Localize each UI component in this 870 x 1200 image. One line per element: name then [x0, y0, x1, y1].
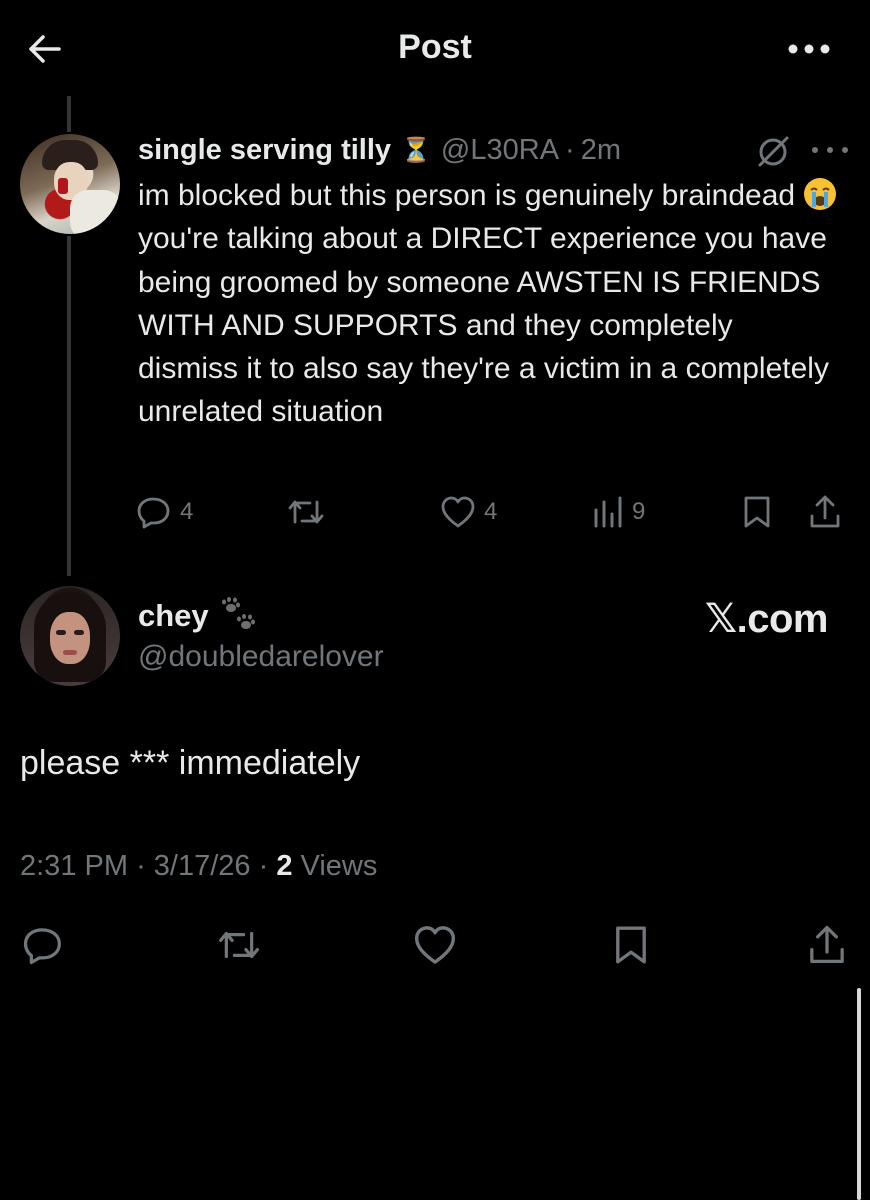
post-action-bar: 4 4 9 [136, 490, 856, 534]
author-name[interactable]: chey [138, 598, 209, 634]
like-button[interactable]: 4 [440, 490, 497, 534]
share-icon [810, 925, 844, 963]
share-button[interactable] [808, 490, 842, 534]
share-icon [810, 495, 840, 528]
post-text: im blocked but this person is genuinely … [138, 174, 838, 434]
like-count: 4 [484, 498, 498, 525]
repost-icon [288, 500, 324, 524]
reply-button[interactable] [18, 920, 68, 970]
separator-dot: · [565, 133, 575, 166]
bookmark-icon [616, 926, 646, 964]
author-row: chey [138, 594, 259, 638]
repost-icon [218, 931, 260, 959]
crying-face-icon [804, 178, 837, 210]
reply-icon [23, 928, 61, 965]
repost-button[interactable] [286, 490, 326, 534]
views-count: 9 [632, 498, 646, 525]
bookmark-icon [744, 496, 770, 528]
author-handle[interactable]: @L30RA [441, 134, 559, 167]
views-button[interactable]: 9 [592, 490, 645, 534]
views-count[interactable]: 2 [276, 850, 292, 882]
analytics-icon [594, 496, 622, 528]
post-date[interactable]: 3/17/26 [154, 850, 251, 882]
hourglass-icon: ⏳ [401, 136, 431, 164]
post-more-button[interactable] [806, 138, 854, 162]
like-button[interactable] [410, 920, 460, 970]
heart-icon [441, 496, 475, 528]
more-horizontal-icon [788, 44, 830, 54]
author-handle[interactable]: @doubledarelover [138, 640, 384, 674]
top-bar: Post [0, 0, 870, 100]
share-button[interactable] [802, 920, 852, 970]
views-label[interactable]: Views [301, 850, 378, 882]
bookmark-button[interactable] [742, 490, 772, 534]
avatar[interactable] [20, 134, 120, 234]
reply-button[interactable]: 4 [136, 490, 193, 534]
post-text-part: im blocked but this person is genuinely … [138, 179, 804, 212]
post-action-bar [0, 920, 870, 970]
grok-icon[interactable] [756, 134, 792, 168]
post-text-part: you're talking about a DIRECT experience… [138, 222, 829, 429]
separator-dot: · [258, 850, 277, 882]
reply-icon [137, 497, 170, 529]
post-header: single serving tilly ⏳ @L30RA · 2m [138, 130, 621, 170]
more-options-button[interactable] [784, 34, 834, 64]
more-horizontal-icon [812, 147, 848, 153]
post-time[interactable]: 2m [581, 134, 621, 167]
bookmark-button[interactable] [606, 920, 656, 970]
post-time[interactable]: 2:31 PM [20, 850, 128, 882]
thread-line [67, 236, 71, 576]
reply-count: 4 [180, 498, 194, 525]
scrollbar[interactable] [857, 988, 861, 1200]
page-title: Post [398, 28, 472, 66]
separator-dot: · [136, 850, 154, 882]
avatar[interactable] [20, 586, 120, 686]
post-metadata: 2:31 PM · 3/17/26 · 2 Views [20, 850, 377, 883]
heart-icon [414, 926, 456, 964]
paw-prints-icon [221, 597, 255, 629]
thread-line [67, 96, 71, 132]
post-text: please *** immediately [20, 744, 361, 782]
repost-button[interactable] [214, 920, 264, 970]
source-label: 𝕏.com [704, 597, 829, 641]
author-name[interactable]: single serving tilly [138, 134, 391, 167]
